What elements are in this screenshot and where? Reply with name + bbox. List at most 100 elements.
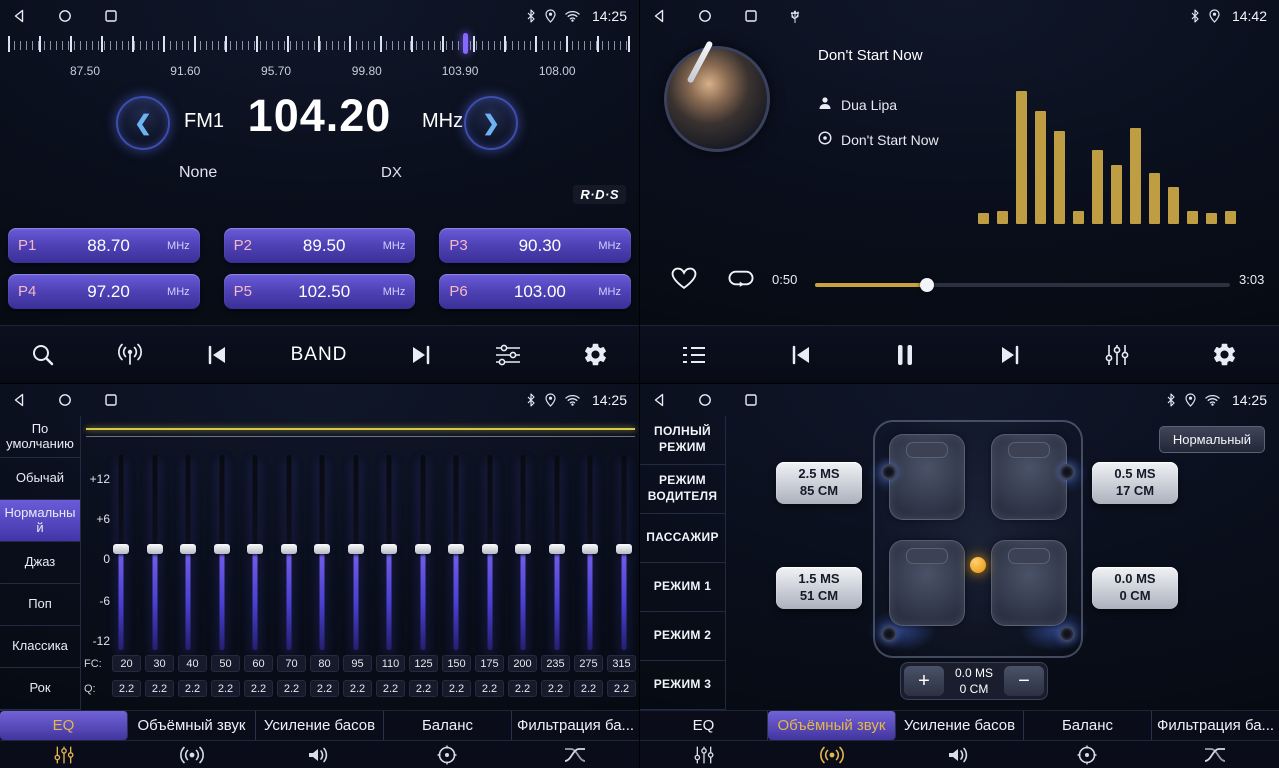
- filter-icon[interactable]: [511, 745, 639, 765]
- progress-bar[interactable]: [815, 283, 1230, 287]
- band-button[interactable]: BAND: [291, 344, 348, 366]
- equalizer-icon[interactable]: [494, 343, 522, 367]
- q-value: 2.2: [178, 680, 207, 697]
- tab-bass-boost[interactable]: Усиление басов: [256, 711, 384, 740]
- delay-rear-right[interactable]: 0.0 MS 0 CM: [1092, 567, 1178, 609]
- recents-icon[interactable]: [744, 9, 758, 23]
- mode-1[interactable]: РЕЖИМ 1: [640, 563, 725, 612]
- back-icon[interactable]: [652, 9, 666, 23]
- broadcast-scan-icon[interactable]: [116, 343, 144, 367]
- preset-button-p5[interactable]: P5102.50MHz: [224, 274, 416, 309]
- bass-boost-icon[interactable]: [256, 745, 384, 765]
- increase-delay-button[interactable]: +: [904, 666, 944, 696]
- frequency-scale[interactable]: [8, 36, 631, 62]
- repeat-icon[interactable]: [726, 268, 756, 294]
- bass-boost-icon[interactable]: [896, 745, 1024, 765]
- balance-icon[interactable]: [383, 745, 511, 765]
- tab-eq[interactable]: EQ: [0, 711, 128, 740]
- mode-2[interactable]: РЕЖИМ 2: [640, 612, 725, 661]
- eq-band-slider[interactable]: [548, 455, 566, 650]
- adjust-cm: 0 CM: [955, 681, 993, 697]
- eq-band-slider[interactable]: [146, 455, 164, 650]
- surround-icon[interactable]: [128, 745, 256, 765]
- back-icon[interactable]: [12, 9, 26, 23]
- eq-preset-normal[interactable]: Нормальный: [0, 500, 80, 542]
- home-icon[interactable]: [698, 393, 712, 407]
- eq-band-slider[interactable]: [481, 455, 499, 650]
- home-icon[interactable]: [58, 9, 72, 23]
- eq-preset-jazz[interactable]: Джаз: [0, 542, 80, 584]
- mixer-icon[interactable]: [1104, 343, 1130, 367]
- delay-rear-left[interactable]: 1.5 MS 51 CM: [776, 567, 862, 609]
- preset-button-p3[interactable]: P390.30MHz: [439, 228, 631, 263]
- sound-profile-button[interactable]: Нормальный: [1159, 426, 1265, 453]
- eq-icon[interactable]: [0, 745, 128, 765]
- next-icon[interactable]: [408, 344, 434, 366]
- tab-bass-boost[interactable]: Усиление басов: [896, 711, 1024, 740]
- tab-balance[interactable]: Баланс: [1024, 711, 1152, 740]
- eq-band-slider[interactable]: [179, 455, 197, 650]
- eq-band-slider[interactable]: [380, 455, 398, 650]
- balance-icon[interactable]: [1023, 745, 1151, 765]
- mode-full[interactable]: ПОЛНЫЙ РЕЖИМ: [640, 416, 725, 465]
- delay-front-right[interactable]: 0.5 MS 17 CM: [1092, 462, 1178, 504]
- eq-preset-rock[interactable]: Рок: [0, 668, 80, 710]
- eq-preset-custom[interactable]: Обычай: [0, 458, 80, 500]
- mode-3[interactable]: РЕЖИМ 3: [640, 661, 725, 710]
- tab-filter[interactable]: Фильтрация ба...: [512, 711, 639, 740]
- eq-preset-pop[interactable]: Поп: [0, 584, 80, 626]
- eq-band-slider[interactable]: [615, 455, 633, 650]
- back-icon[interactable]: [12, 393, 26, 407]
- recents-icon[interactable]: [104, 393, 118, 407]
- eq-band-slider[interactable]: [581, 455, 599, 650]
- previous-icon[interactable]: [204, 344, 230, 366]
- preset-button-p4[interactable]: P497.20MHz: [8, 274, 200, 309]
- eq-band-slider[interactable]: [213, 455, 231, 650]
- preset-button-p2[interactable]: P289.50MHz: [224, 228, 416, 263]
- settings-gear-icon[interactable]: [1211, 341, 1238, 368]
- previous-icon[interactable]: [788, 344, 814, 366]
- eq-band-slider[interactable]: [246, 455, 264, 650]
- delay-front-left[interactable]: 2.5 MS 85 CM: [776, 462, 862, 504]
- eq-icon[interactable]: [640, 745, 768, 765]
- fc-value: 70: [277, 655, 306, 672]
- tab-balance[interactable]: Баланс: [384, 711, 512, 740]
- pause-icon[interactable]: [895, 343, 915, 367]
- eq-preset-classic[interactable]: Классика: [0, 626, 80, 668]
- search-icon[interactable]: [30, 342, 56, 368]
- q-row: Q: 2.2 2.2 2.2 2.2 2.2 2.2 2.2 2.2 2.2 2…: [84, 680, 636, 697]
- playlist-icon[interactable]: [681, 344, 707, 366]
- filter-icon[interactable]: [1151, 745, 1279, 765]
- eq-band-slider[interactable]: [313, 455, 331, 650]
- tab-surround[interactable]: Объёмный звук: [768, 711, 896, 740]
- eq-band-slider[interactable]: [347, 455, 365, 650]
- next-icon[interactable]: [997, 344, 1023, 366]
- eq-band-slider[interactable]: [280, 455, 298, 650]
- eq-band-slider[interactable]: [447, 455, 465, 650]
- eq-preset-default[interactable]: По умолчанию: [0, 416, 80, 458]
- tune-down-button[interactable]: ❮: [116, 96, 170, 150]
- preset-button-p6[interactable]: P6103.00MHz: [439, 274, 631, 309]
- home-icon[interactable]: [698, 9, 712, 23]
- tab-surround[interactable]: Объёмный звук: [128, 711, 256, 740]
- fc-value: 175: [475, 655, 504, 672]
- recents-icon[interactable]: [744, 393, 758, 407]
- eq-band-slider[interactable]: [414, 455, 432, 650]
- back-icon[interactable]: [652, 393, 666, 407]
- tab-eq[interactable]: EQ: [640, 711, 768, 740]
- recents-icon[interactable]: [104, 9, 118, 23]
- mode-driver[interactable]: РЕЖИМ ВОДИТЕЛЯ: [640, 465, 725, 514]
- surround-icon[interactable]: [768, 745, 896, 765]
- progress-thumb[interactable]: [920, 278, 934, 292]
- decrease-delay-button[interactable]: −: [1004, 666, 1044, 696]
- listening-position-dot[interactable]: [970, 557, 986, 573]
- eq-band-slider[interactable]: [112, 455, 130, 650]
- settings-gear-icon[interactable]: [582, 341, 609, 368]
- preset-button-p1[interactable]: P188.70MHz: [8, 228, 200, 263]
- eq-band-slider[interactable]: [514, 455, 532, 650]
- tab-filter[interactable]: Фильтрация ба...: [1152, 711, 1279, 740]
- favorite-heart-icon[interactable]: [670, 266, 698, 296]
- tune-up-button[interactable]: ❯: [464, 96, 518, 150]
- mode-passenger[interactable]: ПАССАЖИР: [640, 514, 725, 563]
- home-icon[interactable]: [58, 393, 72, 407]
